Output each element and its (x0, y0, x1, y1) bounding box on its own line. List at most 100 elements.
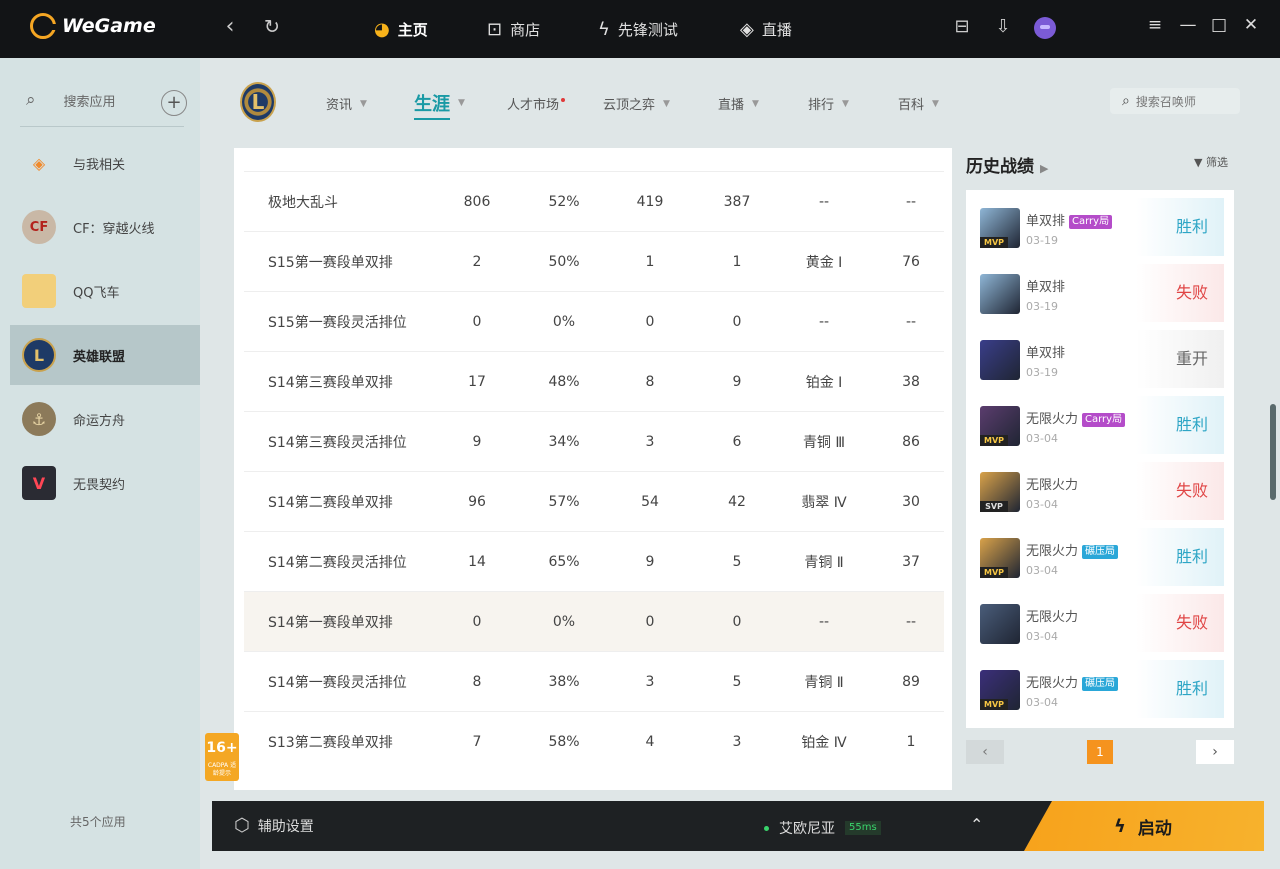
tab-talent-label: 人才市场 (507, 98, 560, 113)
wegame-logo[interactable]: WeGame (30, 13, 156, 39)
maximize-button[interactable]: □ (1208, 15, 1230, 35)
tab-ranking[interactable]: 排行 ▼ (808, 94, 849, 113)
sidebar-item-lol[interactable]: L 英雄联盟 (10, 325, 200, 385)
match-date: 03-19 (1026, 366, 1058, 379)
next-page-button[interactable]: › (1196, 740, 1234, 764)
prev-page-button[interactable]: ‹ (966, 740, 1004, 764)
match-item[interactable]: 单双排 03-19 重开 (978, 330, 1224, 388)
stats-games: 14 (468, 553, 486, 570)
menu-button[interactable]: ≡ (1144, 15, 1166, 35)
match-history-title[interactable]: 历史战绩 ▶ (966, 152, 1048, 177)
launch-button[interactable]: ϟ 启动 (1024, 801, 1264, 851)
sidebar-item-qq-speed[interactable]: QQ飞车 (10, 261, 200, 321)
stats-losses: 1 (732, 253, 742, 270)
sidebar-item-cf[interactable]: CF CF：穿越火线 (10, 197, 200, 257)
scrollbar-thumb[interactable] (1270, 404, 1276, 500)
stats-wins: 419 (636, 193, 664, 210)
tab-wiki[interactable]: 百科 ▼ (898, 94, 939, 113)
downloads-button[interactable]: ⇩ (990, 16, 1016, 37)
stats-row[interactable]: S14第三赛段灵活排位 9 34% 3 6 青铜 Ⅲ 86 (244, 411, 944, 471)
minimize-button[interactable]: — (1177, 15, 1199, 35)
match-item[interactable]: 单双排 03-19 失败 (978, 264, 1224, 322)
tab-career[interactable]: 生涯 ▼ (414, 90, 465, 120)
match-item[interactable]: MVP 无限火力 Carry局 03-04 胜利 (978, 396, 1224, 454)
stats-row[interactable]: 极地大乱斗 806 52% 419 387 -- -- (244, 171, 944, 231)
chevron-right-icon: ▶ (1040, 162, 1049, 175)
match-item[interactable]: MVP 无限火力 碾压局 03-04 胜利 (978, 528, 1224, 586)
topnav-home[interactable]: ◕ 主页 (374, 14, 428, 44)
match-mode-text: 单双排 (1026, 346, 1066, 361)
tab-tft-label: 云顶之弈 (603, 98, 656, 113)
filter-button[interactable]: ▼ 筛选 (1194, 154, 1228, 170)
sidebar-item-valorant[interactable]: V 无畏契约 (10, 453, 200, 513)
tab-tft[interactable]: 云顶之弈 ▼ (603, 94, 670, 113)
match-tag: Carry局 (1082, 413, 1126, 427)
close-button[interactable]: ✕ (1240, 15, 1262, 35)
launch-label: 启动 (1137, 818, 1172, 839)
stats-games: 2 (472, 253, 482, 270)
server-selector[interactable]: 艾欧尼亚 55ms (764, 818, 881, 838)
stats-mode: S14第二赛段单双排 (268, 494, 393, 511)
match-item[interactable]: MVP 无限火力 碾压局 03-04 胜利 (978, 660, 1224, 718)
stats-row[interactable]: S15第一赛段灵活排位 0 0% 0 0 -- -- (244, 291, 944, 351)
sidebar-item-label: 无畏契约 (73, 477, 126, 493)
messages-button[interactable]: ⊟ (949, 16, 975, 37)
match-mode: 无限火力 碾压局 (1026, 672, 1119, 691)
stats-row[interactable]: S15第一赛段单双排 2 50% 1 1 黄金 Ⅰ 76 (244, 231, 944, 291)
stats-games: 0 (472, 313, 482, 330)
assist-settings-button[interactable]: ⬡ 辅助设置 (234, 815, 314, 836)
stats-rank: -- (818, 193, 830, 210)
match-date: 03-04 (1026, 630, 1058, 643)
user-avatar[interactable] (1034, 17, 1056, 39)
server-status-dot (764, 825, 769, 831)
stats-wins: 3 (645, 673, 655, 690)
search-icon: ⌕ (1122, 93, 1130, 109)
stats-mode: S13第二赛段单双排 (268, 734, 393, 751)
refresh-button[interactable]: ↻ (259, 14, 285, 40)
stats-losses: 387 (723, 193, 751, 210)
match-result: 胜利 (1136, 528, 1224, 586)
champion-avatar (980, 340, 1020, 380)
stats-wins: 0 (645, 613, 655, 630)
sidebar-item-lost-ark[interactable]: ⚓ 命运方舟 (10, 389, 200, 449)
topnav-live[interactable]: ◈ 直播 (740, 14, 792, 44)
tab-ranking-label: 排行 (808, 98, 835, 113)
current-page[interactable]: 1 (1087, 740, 1113, 764)
topnav-live-label: 直播 (761, 20, 792, 39)
lightning-icon: ϟ (598, 18, 610, 40)
match-mode-text: 无限火力 (1026, 610, 1079, 625)
match-mode-text: 无限火力 (1026, 478, 1079, 493)
summoner-search-input[interactable]: ⌕ 搜索召唤师 (1110, 88, 1240, 114)
tab-news[interactable]: 资讯 ▼ (326, 94, 367, 113)
back-button[interactable]: ‹ (217, 14, 243, 40)
match-mode-text: 无限火力 (1026, 412, 1079, 427)
topnav-shop[interactable]: ⊡ 商店 (487, 14, 540, 44)
filter-icon: ▼ (1194, 156, 1203, 169)
match-result: 失败 (1136, 264, 1224, 322)
match-date: 03-04 (1026, 564, 1058, 577)
add-app-button[interactable]: + (161, 90, 187, 116)
stats-row[interactable]: S14第一赛段单双排 0 0% 0 0 -- -- (244, 591, 944, 651)
topnav-vanguard-label: 先锋测试 (617, 20, 678, 39)
stats-row[interactable]: S13第二赛段单双排 7 58% 4 3 铂金 Ⅳ 1 (244, 711, 944, 771)
match-item[interactable]: MVP 单双排 Carry局 03-19 胜利 (978, 198, 1224, 256)
tab-talent-market[interactable]: 人才市场 (507, 94, 566, 113)
match-date: 03-04 (1026, 432, 1058, 445)
lol-logo[interactable]: L (240, 82, 276, 122)
match-item[interactable]: SVP 无限火力 03-04 失败 (978, 462, 1224, 520)
tab-live[interactable]: 直播 ▼ (718, 94, 759, 113)
match-mode-text: 单双排 (1026, 214, 1066, 229)
wegame-logo-icon (30, 13, 56, 39)
sidebar-item-related[interactable]: ◈ 与我相关 (10, 133, 200, 193)
expand-button[interactable]: ⌃ (970, 815, 983, 834)
champion-avatar: SVP (980, 472, 1020, 512)
stats-losses: 5 (732, 553, 742, 570)
match-result: 失败 (1136, 594, 1224, 652)
stats-row[interactable]: S14第三赛段单双排 17 48% 8 9 铂金 Ⅰ 38 (244, 351, 944, 411)
match-mode: 单双排 (1026, 276, 1065, 295)
match-item[interactable]: 无限火力 03-04 失败 (978, 594, 1224, 652)
stats-row[interactable]: S14第二赛段灵活排位 14 65% 9 5 青铜 Ⅱ 37 (244, 531, 944, 591)
stats-row[interactable]: S14第一赛段灵活排位 8 38% 3 5 青铜 Ⅱ 89 (244, 651, 944, 711)
stats-row[interactable]: S14第二赛段单双排 96 57% 54 42 翡翠 Ⅳ 30 (244, 471, 944, 531)
topnav-vanguard-test[interactable]: ϟ 先锋测试 (598, 14, 678, 44)
